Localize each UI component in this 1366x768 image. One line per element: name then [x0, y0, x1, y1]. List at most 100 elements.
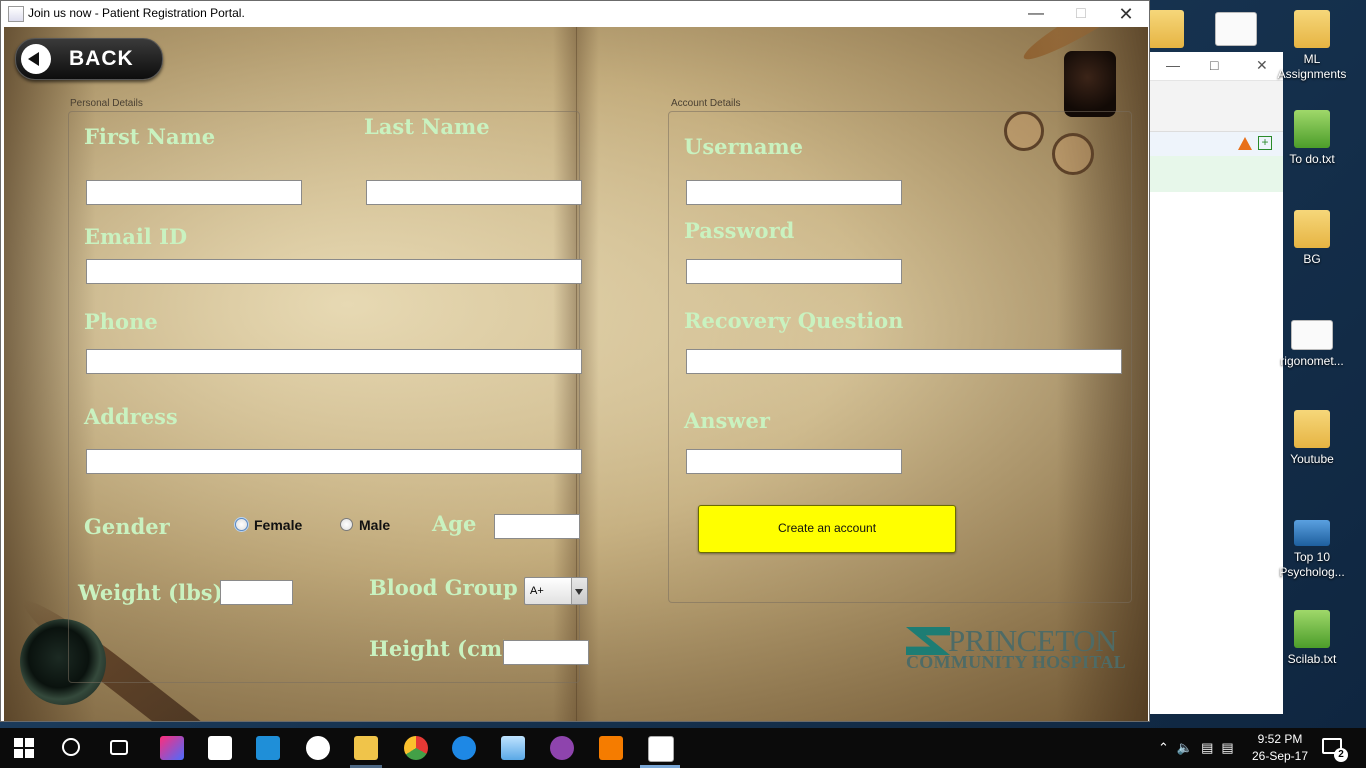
- height-input[interactable]: [503, 640, 589, 665]
- desktop-icon-todo[interactable]: To do.txt: [1276, 110, 1348, 167]
- wifi-app-icon[interactable]: [452, 736, 476, 760]
- first-name-input[interactable]: [86, 180, 302, 205]
- gender-male-radio[interactable]: Male: [340, 517, 390, 533]
- cortana-search-icon[interactable]: [62, 738, 80, 756]
- desktop-icon-label: Scilab.txt: [1287, 652, 1337, 666]
- desktop-icon-label: Top 10 Psycholog...: [1279, 550, 1345, 579]
- password-input[interactable]: [686, 259, 902, 284]
- minimize-button[interactable]: —: [1013, 1, 1059, 27]
- folder-icon: [1294, 410, 1330, 448]
- notification-badge: 2: [1334, 748, 1348, 762]
- gender-female-label: Female: [254, 517, 303, 533]
- java-icon[interactable]: [648, 736, 674, 762]
- inkwell-decoration: [1064, 51, 1116, 117]
- radio-circle-icon: [340, 518, 353, 531]
- folder-icon: [1294, 10, 1330, 48]
- clock[interactable]: 9:52 PM 26-Sep-17: [1250, 731, 1310, 765]
- phone-input[interactable]: [86, 349, 582, 374]
- text-file-icon: [1294, 610, 1330, 648]
- back-button-label: BACK: [69, 47, 134, 70]
- address-label: Address: [84, 404, 178, 429]
- recovery-question-label: Recovery Question: [684, 308, 904, 333]
- virtualbox-icon[interactable]: [501, 736, 525, 760]
- windows-start-icon[interactable]: [14, 738, 34, 758]
- last-name-label: Last Name: [364, 114, 490, 139]
- maximize-button[interactable]: □: [1058, 1, 1104, 27]
- username-input[interactable]: [686, 180, 902, 205]
- desktop-icon-label: To do.txt: [1289, 152, 1335, 166]
- phone-label: Phone: [84, 309, 158, 334]
- last-name-input[interactable]: [366, 180, 582, 205]
- registration-window: Join us now - Patient Registration Porta…: [0, 0, 1150, 722]
- file-explorer-icon[interactable]: [354, 736, 378, 760]
- clock-time: 9:52 PM: [1257, 732, 1303, 746]
- recovery-question-input[interactable]: [686, 349, 1122, 374]
- desktop-icon-scilab[interactable]: Scilab.txt: [1276, 610, 1348, 667]
- email-label: Email ID: [84, 224, 188, 249]
- desktop-icon-bg[interactable]: BG: [1276, 210, 1348, 267]
- age-label: Age: [432, 511, 477, 536]
- address-input[interactable]: [86, 449, 582, 474]
- close-icon[interactable]: ✕: [1256, 57, 1268, 74]
- folder-icon: [1294, 210, 1330, 248]
- weight-label: Weight (lbs): [78, 580, 223, 605]
- folder-icon: [1148, 10, 1184, 48]
- radio-circle-icon: [235, 518, 248, 531]
- create-account-button[interactable]: Create an account: [698, 505, 956, 553]
- background-window-titlebar[interactable]: — □ ✕: [1148, 52, 1283, 81]
- task-view-icon[interactable]: [110, 740, 128, 755]
- gender-label: Gender: [84, 514, 170, 539]
- document-icon: [1291, 320, 1333, 350]
- desktop-icon-document[interactable]: [1210, 12, 1262, 50]
- store-icon[interactable]: [208, 736, 232, 760]
- window-titlebar[interactable]: Join us now - Patient Registration Porta…: [1, 1, 1149, 27]
- back-button[interactable]: BACK: [15, 38, 163, 80]
- window-title: Join us now - Patient Registration Porta…: [28, 6, 245, 20]
- desktop-icon-ml-assignments[interactable]: ML Assignments: [1276, 10, 1348, 82]
- blood-group-select[interactable]: A+: [524, 577, 588, 605]
- text-file-icon: [1294, 110, 1330, 148]
- desktop-icon-trigonometry[interactable]: rigonomet...: [1276, 320, 1348, 369]
- blood-group-value: A+: [530, 585, 544, 597]
- gender-female-radio[interactable]: Female: [235, 517, 302, 533]
- maximize-icon[interactable]: □: [1210, 57, 1218, 73]
- warning-icon[interactable]: [1238, 137, 1252, 150]
- desktop-icon-label: BG: [1303, 252, 1321, 266]
- username-label: Username: [684, 134, 804, 159]
- chrome-icon[interactable]: [404, 736, 428, 760]
- iheartradio-icon[interactable]: [306, 736, 330, 760]
- app-icon[interactable]: [550, 736, 574, 760]
- clock-date: 26-Sep-17: [1251, 749, 1309, 763]
- desktop-icon-top10[interactable]: Top 10 Psycholog...: [1276, 520, 1348, 580]
- blood-group-label: Blood Group: [369, 575, 518, 600]
- princeton-logo-icon: [906, 627, 950, 655]
- app-icon[interactable]: [256, 736, 280, 760]
- video-icon: [1294, 520, 1330, 546]
- parchment-background: BACK Personal Details First Name Last Na…: [4, 27, 1148, 721]
- xampp-icon[interactable]: [599, 736, 623, 760]
- email-input[interactable]: [86, 259, 582, 284]
- add-icon[interactable]: +: [1258, 136, 1272, 150]
- answer-label: Answer: [684, 408, 770, 433]
- desktop-icon-label: ML Assignments: [1277, 52, 1347, 81]
- weight-input[interactable]: [220, 580, 293, 605]
- dropdown-arrow-icon[interactable]: [571, 578, 587, 604]
- minimize-icon[interactable]: —: [1166, 57, 1180, 73]
- desktop-icon-youtube[interactable]: Youtube: [1276, 410, 1348, 467]
- account-details-title: Account Details: [671, 98, 741, 109]
- age-input[interactable]: [494, 514, 580, 539]
- desktop-icon-partial[interactable]: [1148, 10, 1184, 52]
- close-button[interactable]: ✕: [1103, 1, 1149, 27]
- desktop-icon-label: rigonomet...: [1280, 354, 1344, 368]
- background-window[interactable]: — □ ✕ +: [1148, 52, 1283, 714]
- height-label: Height (cm): [369, 636, 513, 661]
- system-tray[interactable]: ⌃🔈▤▤: [1158, 740, 1242, 756]
- gender-male-label: Male: [359, 517, 391, 533]
- logo-subtitle: COMMUNITY HOSPITAL: [906, 652, 1126, 672]
- java-app-icon: [8, 6, 24, 22]
- answer-input[interactable]: [686, 449, 902, 474]
- first-name-label: First Name: [84, 124, 216, 149]
- background-window-row: [1148, 156, 1283, 192]
- intellij-icon[interactable]: [160, 736, 184, 760]
- personal-details-title: Personal Details: [70, 98, 143, 109]
